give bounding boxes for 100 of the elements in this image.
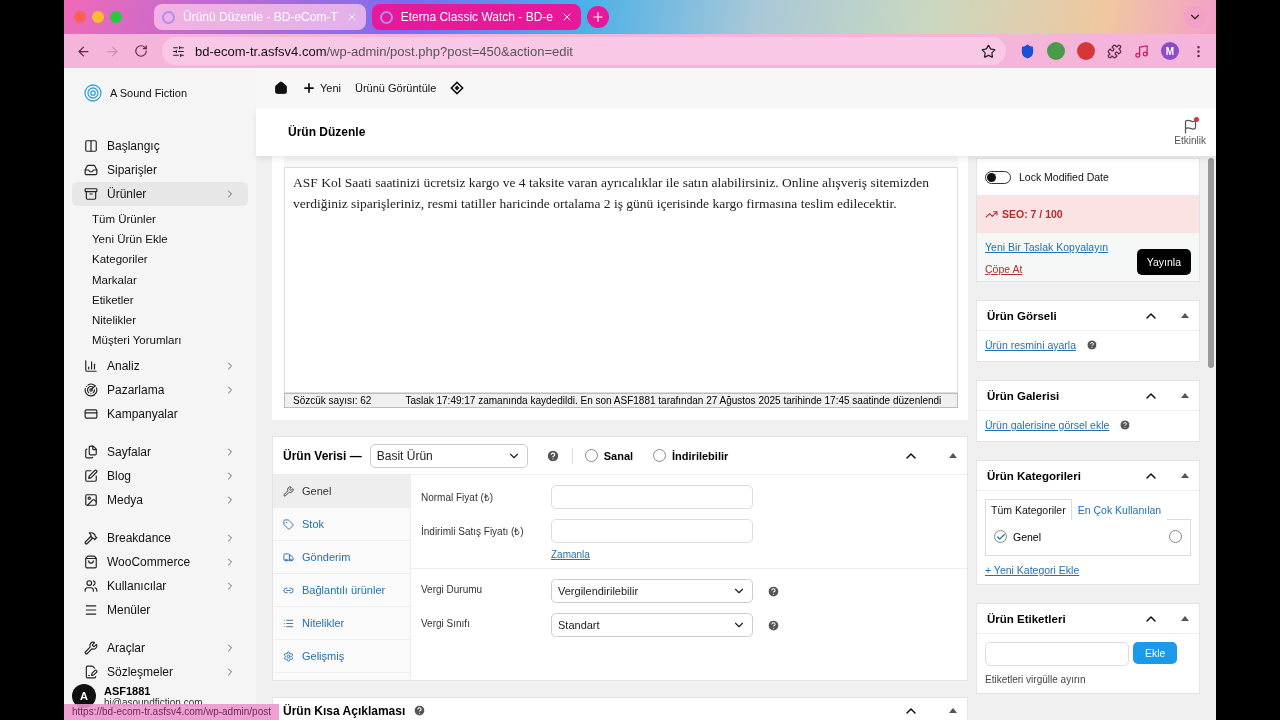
- publish-button[interactable]: Yayınla: [1136, 249, 1191, 275]
- box-title: Ürün Görseli: [987, 309, 1058, 322]
- wrench-icon: [283, 485, 294, 497]
- submenu-item[interactable]: Kategoriler: [92, 249, 248, 270]
- extensions-icon[interactable]: [1107, 43, 1122, 59]
- help-icon[interactable]: [767, 618, 780, 632]
- notification-dot: [1193, 116, 1199, 122]
- category-tab[interactable]: Tüm Kategoriler: [985, 499, 1072, 520]
- category-label: Genel: [1013, 530, 1043, 543]
- site-icon: [162, 10, 175, 24]
- submenu-item[interactable]: Yeni Ürün Ekle: [92, 229, 248, 250]
- status-link-url: https://bd-ecom-tr.asfsv4.com/wp-admin/post: [64, 704, 279, 720]
- browser-tab[interactable]: Eterna Classic Watch - BD-e: [371, 4, 581, 30]
- sidebar-item[interactable]: Blog: [72, 464, 248, 489]
- sidebar-item[interactable]: Başlangıç: [72, 134, 248, 158]
- add-category-link[interactable]: + Yeni Kategori Ekle: [985, 564, 1191, 576]
- help-icon[interactable]: [1119, 419, 1132, 431]
- product-data-tab[interactable]: Gelişmiş: [273, 640, 410, 673]
- box-title: Ürün Galerisi: [987, 389, 1061, 402]
- sidebar-item[interactable]: Ürünler: [72, 182, 248, 206]
- home-icon[interactable]: [274, 81, 288, 95]
- close-icon[interactable]: [561, 11, 573, 23]
- gear-icon: [283, 650, 294, 662]
- field-label: Vergi Durumu: [421, 583, 484, 597]
- product-data-tab[interactable]: Stok: [273, 508, 410, 541]
- view-product-link[interactable]: Ürünü Görüntüle: [355, 82, 437, 94]
- select-field[interactable]: Vergilendirilebilir: [551, 579, 753, 603]
- toggle-label: Lock Modified Date: [1019, 171, 1109, 183]
- sidebar-item[interactable]: Analiz: [72, 354, 248, 379]
- triangle-icon[interactable]: [1181, 313, 1189, 318]
- tab-list-button[interactable]: [1184, 6, 1206, 28]
- sidebar-item[interactable]: Menüler: [72, 598, 248, 623]
- users-icon: [84, 579, 98, 594]
- triangle-icon[interactable]: [949, 453, 957, 458]
- truck-icon: [283, 551, 294, 563]
- sidebar-item[interactable]: Pazarlama: [72, 378, 248, 403]
- submenu-item[interactable]: Etiketler: [92, 289, 248, 310]
- url-field[interactable]: bd-ecom-tr.asfsv4.com/wp-admin/post.php?post=450&action=edit: [162, 37, 1006, 65]
- product-data-tab[interactable]: Nitelikler: [273, 607, 410, 640]
- tag-input[interactable]: [985, 642, 1129, 666]
- help-icon[interactable]: [545, 448, 560, 463]
- triangle-icon[interactable]: [1181, 473, 1189, 478]
- brand-logo-icon: [84, 84, 102, 102]
- triangle-icon[interactable]: [1181, 393, 1189, 398]
- sidebar-item[interactable]: Sözleşmeler: [72, 660, 248, 685]
- flag-icon: [1182, 118, 1198, 134]
- sidebar-item[interactable]: Kullanıcılar: [72, 574, 248, 599]
- schedule-link[interactable]: Zamanla: [551, 549, 753, 560]
- option-radio[interactable]: Sanal: [584, 449, 634, 462]
- sidebar-item[interactable]: WooCommerce: [72, 550, 248, 575]
- sidebar-item[interactable]: Siparişler: [72, 158, 248, 182]
- wrench-icon: [84, 641, 98, 656]
- select-field[interactable]: Standart: [551, 613, 753, 637]
- site-settings-icon[interactable]: [172, 44, 185, 58]
- field-label: Normal Fiyat (₺): [421, 491, 495, 505]
- submenu-item[interactable]: Müşteri Yorumları: [92, 330, 248, 351]
- credit-card-icon: [84, 407, 98, 422]
- submenu-item[interactable]: Tüm Ürünler: [92, 209, 248, 230]
- sidebar-item[interactable]: Medya: [72, 488, 248, 513]
- files-icon: [84, 445, 98, 460]
- product-data-tab[interactable]: Gönderim: [273, 541, 410, 574]
- radar-icon: [84, 383, 98, 398]
- field-label: İndirimli Satış Fiyatı (₺): [421, 524, 525, 539]
- sidebar-item[interactable]: Breakdance: [72, 526, 248, 551]
- copy-draft-link[interactable]: Yeni Bir Taslak Kopyalayın: [985, 241, 1109, 253]
- help-icon[interactable]: [1086, 339, 1099, 351]
- primary-radio[interactable]: [1169, 530, 1182, 543]
- trash-link[interactable]: Çöpe At: [985, 263, 1109, 275]
- url-text: bd-ecom-tr.asfsv4.com/wp-admin/post.php?post=450&action=edit: [195, 43, 573, 59]
- sidebar-item[interactable]: Araçlar: [72, 636, 248, 661]
- shopping-bag-icon: [84, 555, 98, 570]
- triangle-icon[interactable]: [1181, 616, 1189, 621]
- input-field[interactable]: [551, 519, 753, 543]
- scrollbar-thumb[interactable]: [1208, 158, 1214, 368]
- product-data-tab[interactable]: Genel: [273, 475, 410, 508]
- diamond-icon[interactable]: [450, 81, 465, 95]
- extension-icon[interactable]: [1077, 42, 1095, 60]
- box-link[interactable]: Ürün resmini ayarla: [985, 339, 1077, 351]
- back-icon[interactable]: [76, 43, 91, 59]
- media-icon[interactable]: [1134, 43, 1149, 59]
- sidebar-item[interactable]: Sayfalar: [72, 440, 248, 465]
- help-icon[interactable]: [767, 584, 780, 598]
- bookmark-star-icon[interactable]: [981, 43, 996, 59]
- input-field[interactable]: [551, 485, 753, 509]
- toggle-switch[interactable]: [985, 170, 1011, 184]
- submenu-item[interactable]: Markalar: [92, 269, 248, 290]
- option-radio[interactable]: İndirilebilir: [653, 449, 729, 462]
- activity-button[interactable]: Etkinlik: [1174, 118, 1206, 146]
- shield-extension-icon[interactable]: [1020, 43, 1035, 59]
- help-icon[interactable]: [413, 704, 427, 717]
- new-link[interactable]: Yeni: [302, 81, 341, 95]
- reload-icon[interactable]: [134, 44, 148, 58]
- field-label: Vergi Sınıfı: [421, 617, 471, 631]
- box-link[interactable]: Ürün galerisine görsel ekle: [985, 419, 1110, 431]
- submenu-item[interactable]: Nitelikler: [92, 309, 248, 331]
- triangle-icon[interactable]: [949, 708, 957, 713]
- product-data-tab[interactable]: Bağlantılı ürünler: [273, 574, 410, 607]
- product-type-select[interactable]: Basit Ürün: [369, 443, 528, 468]
- profile-avatar[interactable]: M: [1161, 42, 1179, 60]
- sidebar-item[interactable]: Kampanyalar: [72, 402, 248, 427]
